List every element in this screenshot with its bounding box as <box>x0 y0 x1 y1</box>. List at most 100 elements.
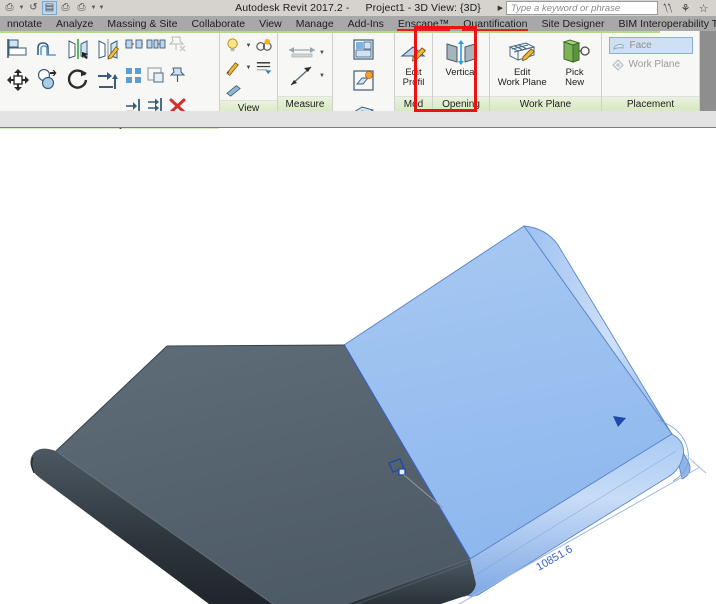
close-inactive-views-icon[interactable]: ⎙ <box>58 1 73 15</box>
panel-label-measure: Measure <box>278 96 332 111</box>
edit-work-plane-button[interactable]: Edit Work Plane <box>493 33 551 88</box>
align-tool[interactable] <box>3 33 33 64</box>
model-canvas-3d[interactable]: 10851.6 <box>0 129 716 604</box>
panel-label-placement: Placement <box>602 96 699 111</box>
measure-panel-body: ▼ ▼ <box>278 31 332 96</box>
placement-work-plane-option[interactable]: Work Plane <box>609 56 693 73</box>
tab-analyze[interactable]: Analyze <box>49 16 100 31</box>
favorites-star-icon[interactable]: ☆ <box>695 1 712 15</box>
tab-bim-interoperability[interactable]: BIM Interoperability Too <box>611 16 716 31</box>
unpin-tool[interactable] <box>167 33 189 54</box>
title-bar: ⎙ ▼ ↺ ▤ ⎙ ⎙ ▼ ▼ Autodesk Revit 2017.2 - … <box>0 0 716 16</box>
copy-tool[interactable] <box>33 64 63 95</box>
qat-caret-1-icon[interactable]: ▼ <box>18 5 25 11</box>
view-panel-body: ▼ ▼ <box>220 31 277 100</box>
help-icon[interactable]: ⚘ <box>677 1 694 15</box>
lightbulb-caret-icon[interactable]: ▼ <box>246 43 252 49</box>
qat-caret-2-icon[interactable]: ▼ <box>90 5 97 11</box>
ribbon-tab-strip[interactable]: nnotate Analyze Massing & Site Collabora… <box>0 16 716 31</box>
panel-label-opening: Opening <box>433 96 489 111</box>
mirror-draw-axis-tool[interactable] <box>93 33 123 64</box>
paint-caret-icon[interactable]: ▼ <box>246 65 252 71</box>
placement-face-label: Face <box>629 40 652 51</box>
placement-work-plane-label: Work Plane <box>628 59 681 70</box>
create-part-icon[interactable] <box>349 65 379 96</box>
ribbon-panel-create: Create <box>333 31 395 173</box>
undo-icon[interactable]: ↺ <box>26 1 41 15</box>
qat-overflow-icon[interactable]: ▼ <box>98 5 105 11</box>
ribbon-panel-measure: ▼ ▼ Measure <box>278 31 333 111</box>
binoculars-icon[interactable]: ᭞᭞ <box>659 1 676 15</box>
vertical-opening-label: Vertical <box>445 67 477 78</box>
face-icon <box>613 39 626 52</box>
tab-view[interactable]: View <box>252 16 289 31</box>
edit-work-plane-label: Edit Work Plane <box>497 67 547 88</box>
glasses-icon[interactable] <box>252 35 274 56</box>
move-tool[interactable] <box>3 64 33 95</box>
search-dropdown-icon[interactable]: ▶ <box>498 4 503 12</box>
create-similar-icon[interactable] <box>349 34 379 65</box>
trim-extend-tool[interactable] <box>93 64 123 95</box>
ribbon-panel-view: ▼ ▼ View <box>220 31 278 115</box>
app-title: Autodesk Revit 2017.2 - <box>235 2 350 14</box>
tab-enscape[interactable]: Enscape™ <box>391 16 456 31</box>
tab-manage[interactable]: Manage <box>289 16 341 31</box>
quick-access-toolbar[interactable]: ⎙ ▼ ↺ ▤ ⎙ ⎙ ▼ ▼ <box>0 0 105 16</box>
ribbon-panel-modify: Modify <box>0 31 220 131</box>
vertical-opening-button[interactable]: Vertical <box>435 33 488 78</box>
open-icon[interactable]: ⎙ <box>2 1 17 15</box>
split-element-tool[interactable] <box>123 33 145 54</box>
placement-panel-body: Face Work Plane <box>602 31 699 96</box>
switch-windows-icon[interactable]: ⎙ <box>74 1 89 15</box>
work-plane-panel-body: Edit Work Plane Pick New <box>490 31 601 96</box>
work-plane-icon <box>612 58 625 71</box>
split-with-gap-tool[interactable] <box>145 33 167 54</box>
tab-quantification[interactable]: Quantification <box>456 16 534 31</box>
lightbulb-icon[interactable] <box>223 35 245 56</box>
edit-profile-label: Edit Profil <box>402 67 425 88</box>
options-bar <box>0 111 716 128</box>
edit-profile-button[interactable]: Edit Profil <box>396 33 432 88</box>
lines-icon[interactable] <box>252 57 274 78</box>
ribbon: Modify ▼ <box>0 31 716 173</box>
panel-label-work-plane: Work Plane <box>490 96 601 111</box>
placement-face-option[interactable]: Face <box>608 37 693 54</box>
pick-new-label: Pick New <box>565 67 585 88</box>
tab-add-ins[interactable]: Add-Ins <box>341 16 391 31</box>
modify-panel-body <box>0 31 219 116</box>
ribbon-panel-mode: Edit Profil Mod <box>395 31 433 111</box>
measure-diagonal-icon[interactable] <box>285 63 319 89</box>
rotate-tool[interactable] <box>63 64 93 95</box>
edit-work-plane-icon <box>506 37 538 67</box>
offset-tool[interactable] <box>33 33 63 64</box>
pick-new-icon <box>560 37 590 67</box>
tab-annotate[interactable]: nnotate <box>0 16 49 31</box>
ribbon-panel-opening: Vertical Opening <box>433 31 490 111</box>
tab-massing-site[interactable]: Massing & Site <box>100 16 184 31</box>
measure-caret-2-icon[interactable]: ▼ <box>319 73 325 79</box>
view-tool-column: ▼ ▼ <box>223 33 275 100</box>
paintbrush-icon[interactable] <box>223 57 245 78</box>
pick-new-work-plane-button[interactable]: Pick New <box>551 33 598 88</box>
ribbon-empty-area <box>700 31 716 111</box>
opening-panel-body: Vertical <box>433 31 489 96</box>
panel-label-mode: Mod <box>395 96 432 111</box>
scale-tool[interactable] <box>145 64 167 85</box>
array-tool[interactable] <box>123 64 145 85</box>
properties-icon[interactable]: ▤ <box>42 1 57 15</box>
search-area[interactable]: ▶ Type a keyword or phrase <box>498 1 658 15</box>
search-input[interactable]: Type a keyword or phrase <box>506 1 658 15</box>
mirror-pick-axis-tool[interactable] <box>63 33 93 64</box>
document-title: Project1 - 3D View: {3D} <box>365 2 481 14</box>
tab-collaborate[interactable]: Collaborate <box>184 16 252 31</box>
measure-horizontal-icon[interactable] <box>285 42 319 63</box>
placement-options: Face Work Plane <box>605 33 697 73</box>
tab-site-designer[interactable]: Site Designer <box>534 16 611 31</box>
model-geometry: 10851.6 <box>30 225 707 604</box>
linework-icon[interactable] <box>223 79 245 100</box>
revit-window: ⎙ ▼ ↺ ▤ ⎙ ⎙ ▼ ▼ Autodesk Revit 2017.2 - … <box>0 0 716 604</box>
pin-tool[interactable] <box>167 64 189 85</box>
measure-caret-1-icon[interactable]: ▼ <box>319 50 325 56</box>
ribbon-accent-bar <box>0 31 660 33</box>
vertical-opening-icon <box>444 37 478 67</box>
